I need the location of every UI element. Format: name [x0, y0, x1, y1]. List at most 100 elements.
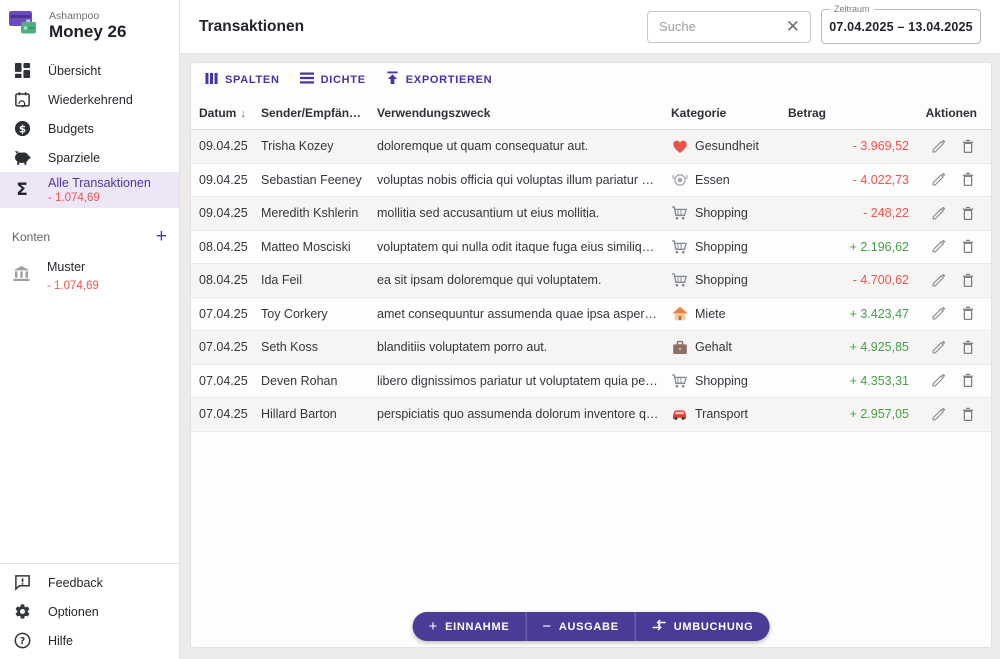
- main-area: Transaktionen ✕ Zeitraum 07.04.2025 – 13…: [180, 0, 1000, 659]
- close-icon[interactable]: ✕: [784, 18, 802, 35]
- add-account-button[interactable]: +: [156, 227, 167, 246]
- trash-icon[interactable]: [959, 204, 977, 222]
- bank-icon: [12, 265, 31, 288]
- einnahme-button[interactable]: + EINNAHME: [413, 612, 526, 641]
- sidebar-item-wiederkehrend[interactable]: Wiederkehrend: [0, 85, 179, 114]
- account-name: Muster: [47, 260, 86, 274]
- pencil-icon[interactable]: [929, 238, 947, 256]
- pencil-icon[interactable]: [929, 372, 947, 390]
- cell-category: Shopping: [665, 238, 782, 255]
- cell-purpose: perspiciatis quo assumenda dolorum inven…: [377, 407, 665, 422]
- table-row: 07.04.25 Deven Rohan libero dignissimos …: [191, 365, 991, 398]
- sidebar-item-uebersicht[interactable]: Übersicht: [0, 56, 179, 85]
- cell-actions: [915, 271, 991, 289]
- columns-button[interactable]: SPALTEN: [199, 68, 286, 92]
- cell-sender: Ida Feil: [261, 273, 302, 288]
- cell-purpose: libero dignissimos pariatur ut voluptate…: [377, 373, 665, 388]
- transactions-card: SPALTEN DICHTE EXPORTIEREN Datum ↓ Sende…: [190, 62, 992, 648]
- umbuchung-button[interactable]: UMBUCHUNG: [634, 612, 770, 641]
- cell-category: Essen: [665, 171, 782, 188]
- cell-purpose: voluptatem qui nulla odit itaque fuga ei…: [377, 239, 665, 254]
- cell-amount: + 2.196,62: [849, 239, 909, 254]
- column-header-sender: Sender/Empfänger: [261, 105, 368, 120]
- cell-actions: [915, 405, 991, 423]
- density-button-label: DICHTE: [320, 73, 366, 86]
- arrow-down-icon: ↓: [240, 107, 246, 120]
- cell-actions: [915, 372, 991, 390]
- einnahme-label: EINNAHME: [445, 620, 510, 633]
- sidebar-item-feedback[interactable]: Feedback: [0, 568, 179, 597]
- trash-icon[interactable]: [959, 171, 977, 189]
- date-range-field[interactable]: Zeitraum 07.04.2025 – 13.04.2025: [821, 4, 981, 44]
- trash-icon[interactable]: [959, 271, 977, 289]
- cell-actions: [915, 338, 991, 356]
- trash-icon[interactable]: [959, 405, 977, 423]
- pencil-icon[interactable]: [929, 204, 947, 222]
- cell-actions: [915, 137, 991, 155]
- sidebar-item-alle-transaktionen[interactable]: Σ Alle Transaktionen - 1.074,69: [0, 172, 179, 208]
- cell-amount: + 3.423,47: [849, 306, 909, 321]
- piggy-bank-icon: [12, 149, 32, 166]
- trash-icon[interactable]: [959, 137, 977, 155]
- sidebar-item-amount: - 1.074,69: [48, 191, 100, 204]
- briefcase-icon: [671, 339, 688, 356]
- sidebar-item-label: Optionen: [48, 604, 99, 619]
- search-input[interactable]: [659, 19, 784, 34]
- page-title: Transaktionen: [199, 17, 305, 35]
- pencil-icon[interactable]: [929, 137, 947, 155]
- transfer-icon: [652, 619, 667, 634]
- pencil-icon[interactable]: [929, 171, 947, 189]
- cell-amount: + 2.957,05: [849, 407, 909, 422]
- pencil-icon[interactable]: [929, 338, 947, 356]
- trash-icon[interactable]: [959, 338, 977, 356]
- minus-icon: −: [542, 617, 552, 635]
- cell-date: 07.04.25: [199, 306, 248, 321]
- cell-purpose: blanditiis voluptatem porro aut.: [377, 340, 548, 355]
- table-row: 09.04.25 Sebastian Feeney voluptas nobis…: [191, 164, 991, 197]
- cart-icon: [671, 372, 688, 389]
- cell-purpose: ea sit ipsam doloremque qui voluptatem.: [377, 273, 602, 288]
- feedback-icon: [12, 574, 32, 591]
- sidebar-item-budgets[interactable]: $ Budgets: [0, 114, 179, 143]
- calendar-repeat-icon: [12, 91, 32, 108]
- gear-icon: [12, 603, 32, 620]
- cell-category: Gesundheit: [665, 138, 782, 155]
- ausgabe-label: AUSGABE: [558, 620, 619, 633]
- trash-icon[interactable]: [959, 238, 977, 256]
- sidebar-item-label: Wiederkehrend: [48, 92, 133, 107]
- sidebar-item-sparziele[interactable]: Sparziele: [0, 143, 179, 172]
- app-title-block: Ashampoo Money 26: [49, 10, 126, 41]
- column-header-kategorie: Kategorie: [671, 105, 727, 120]
- cell-sender: Trisha Kozey: [261, 139, 334, 154]
- ausgabe-button[interactable]: − AUSGABE: [525, 612, 634, 641]
- cell-category: Gehalt: [665, 339, 782, 356]
- car-icon: [671, 406, 688, 423]
- cell-purpose: doloremque ut quam consequatur aut.: [377, 139, 589, 154]
- cell-sender: Sebastian Feeney: [261, 172, 362, 187]
- column-header-datum[interactable]: Datum ↓: [191, 106, 255, 120]
- cell-date: 08.04.25: [199, 273, 248, 288]
- sidebar-account-muster[interactable]: Muster - 1.074,69: [0, 248, 179, 304]
- date-range-value: 07.04.2025 – 13.04.2025: [829, 19, 973, 34]
- pencil-icon[interactable]: [929, 271, 947, 289]
- accounts-section-header: Konten +: [0, 226, 179, 248]
- sidebar-nav: Übersicht Wiederkehrend $ Budgets Sparzi…: [0, 56, 179, 208]
- sidebar-item-label: Alle Transaktionen: [48, 175, 151, 190]
- sidebar-item-hilfe[interactable]: ? Hilfe: [0, 626, 179, 655]
- meal-icon: [671, 171, 688, 188]
- trash-icon[interactable]: [959, 372, 977, 390]
- cell-date: 08.04.25: [199, 239, 248, 254]
- sidebar-item-optionen[interactable]: Optionen: [0, 597, 179, 626]
- export-button-label: EXPORTIEREN: [405, 73, 493, 86]
- density-button[interactable]: DICHTE: [294, 68, 372, 91]
- export-button[interactable]: EXPORTIEREN: [380, 67, 499, 92]
- pencil-icon[interactable]: [929, 405, 947, 423]
- pencil-icon[interactable]: [929, 305, 947, 323]
- dashboard-icon: [12, 62, 32, 79]
- cell-amount: - 3.969,52: [852, 139, 909, 154]
- brand-name: Ashampoo: [49, 10, 100, 22]
- account-amount: - 1.074,69: [47, 280, 99, 292]
- app-logo-row: Ashampoo Money 26: [0, 0, 179, 50]
- trash-icon[interactable]: [959, 305, 977, 323]
